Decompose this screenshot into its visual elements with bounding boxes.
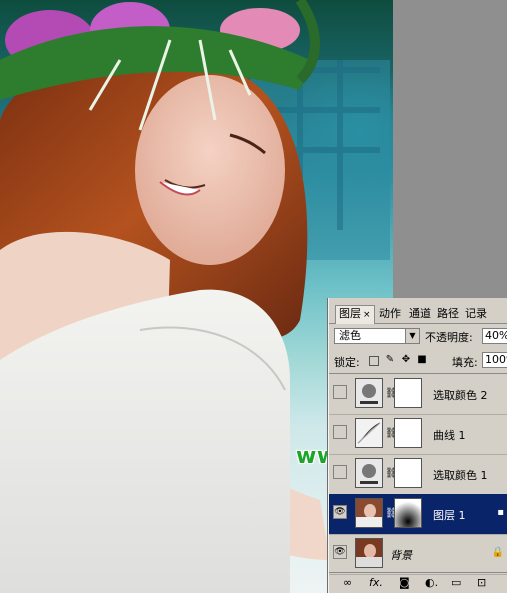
lock-transparent-icon[interactable] bbox=[369, 356, 379, 366]
layers-list: ⛓ 选取颜色 2 ⛓ 曲线 1 ⛓ 选取颜色 1 👁 ⛓ 图层 1 ▪ 👁 背景… bbox=[329, 373, 507, 575]
visibility-toggle[interactable] bbox=[333, 465, 347, 479]
panel-tabs: 图层 × 动作 通道 路径 记录 bbox=[329, 305, 507, 324]
lock-move-icon[interactable]: ✥ bbox=[401, 355, 411, 365]
layer-name: 选取颜色 2 bbox=[433, 389, 488, 402]
new-layer-icon[interactable]: ⊡ bbox=[477, 576, 486, 589]
adjustment-thumbnail bbox=[355, 458, 383, 488]
blend-opacity-row: 滤色 ▼ 不透明度: 40% bbox=[329, 326, 507, 346]
mask-thumbnail[interactable] bbox=[394, 378, 422, 408]
fx-icon[interactable]: fx. bbox=[369, 576, 383, 589]
tab-layers-label: 图层 bbox=[339, 307, 361, 320]
chevron-down-icon[interactable]: ▼ bbox=[405, 329, 419, 343]
tab-history[interactable]: 记录 bbox=[462, 306, 490, 322]
adjustment-layer-icon[interactable]: ◐. bbox=[425, 576, 438, 589]
layer-row[interactable]: 👁 背景 🔒 bbox=[329, 534, 507, 575]
blend-mode-select[interactable]: 滤色 ▼ bbox=[334, 328, 420, 344]
panel-footer: ∞ fx. ◙ ◐. ▭ ⊡ bbox=[329, 572, 507, 593]
layer-row-selected[interactable]: 👁 ⛓ 图层 1 ▪ bbox=[329, 494, 507, 535]
lock-brush-icon[interactable]: ✎ bbox=[385, 355, 395, 365]
lock-label: 锁定: bbox=[334, 356, 360, 369]
lock-fill-row: 锁定: ✎ ✥ ■ 填充: 100% bbox=[329, 350, 507, 370]
opacity-label: 不透明度: bbox=[425, 331, 473, 344]
layer-name: 选取颜色 1 bbox=[433, 469, 488, 482]
layer-name: 曲线 1 bbox=[433, 429, 466, 442]
layers-panel: 图层× 动作 通道 路径 记录 滤色 ▼ 不透明度: 40% 锁定: ✎ ✥ ■… bbox=[328, 298, 507, 593]
tab-label: 路径 bbox=[437, 307, 459, 320]
mask-thumbnail[interactable] bbox=[394, 498, 422, 528]
layer-row[interactable]: ⛓ 曲线 1 bbox=[329, 414, 507, 455]
eye-icon[interactable]: 👁 bbox=[333, 545, 347, 559]
workspace-background bbox=[393, 0, 507, 298]
eye-icon[interactable]: 👁 bbox=[333, 505, 347, 519]
adjustment-thumbnail bbox=[355, 378, 383, 408]
layer-thumbnail bbox=[355, 538, 383, 568]
new-group-icon[interactable]: ▭ bbox=[451, 576, 461, 589]
mask-thumbnail[interactable] bbox=[394, 418, 422, 448]
lock-icon: 🔒 bbox=[491, 547, 504, 558]
mask-thumbnail[interactable] bbox=[394, 458, 422, 488]
curves-thumbnail bbox=[355, 418, 383, 448]
layer-name: 背景 bbox=[390, 549, 412, 562]
layer-link-indicator: ▪ bbox=[497, 507, 504, 518]
visibility-toggle[interactable] bbox=[333, 425, 347, 439]
fill-label: 填充: bbox=[452, 356, 478, 369]
tab-label: 动作 bbox=[379, 307, 401, 320]
layer-thumbnail bbox=[355, 498, 383, 528]
layer-name: 图层 1 bbox=[433, 509, 466, 522]
layer-row[interactable]: ⛓ 选取颜色 1 bbox=[329, 454, 507, 495]
lock-all-icon[interactable]: ■ bbox=[417, 355, 427, 365]
tab-label: 记录 bbox=[465, 307, 487, 320]
fill-input[interactable]: 100% bbox=[482, 352, 507, 368]
tab-layers[interactable]: 图层 × bbox=[335, 305, 375, 324]
layer-row[interactable]: ⛓ 选取颜色 2 bbox=[329, 374, 507, 415]
add-mask-icon[interactable]: ◙ bbox=[399, 576, 410, 589]
tab-channels[interactable]: 通道 bbox=[406, 306, 434, 322]
tab-label: 通道 bbox=[409, 307, 431, 320]
tab-actions[interactable]: 动作 bbox=[376, 306, 404, 322]
opacity-input[interactable]: 40% bbox=[482, 328, 507, 344]
tab-paths[interactable]: 路径 bbox=[434, 306, 462, 322]
close-icon[interactable]: × bbox=[363, 310, 371, 320]
link-layers-icon[interactable]: ∞ bbox=[343, 576, 352, 589]
visibility-toggle[interactable] bbox=[333, 385, 347, 399]
blend-mode-value: 滤色 bbox=[339, 329, 361, 342]
